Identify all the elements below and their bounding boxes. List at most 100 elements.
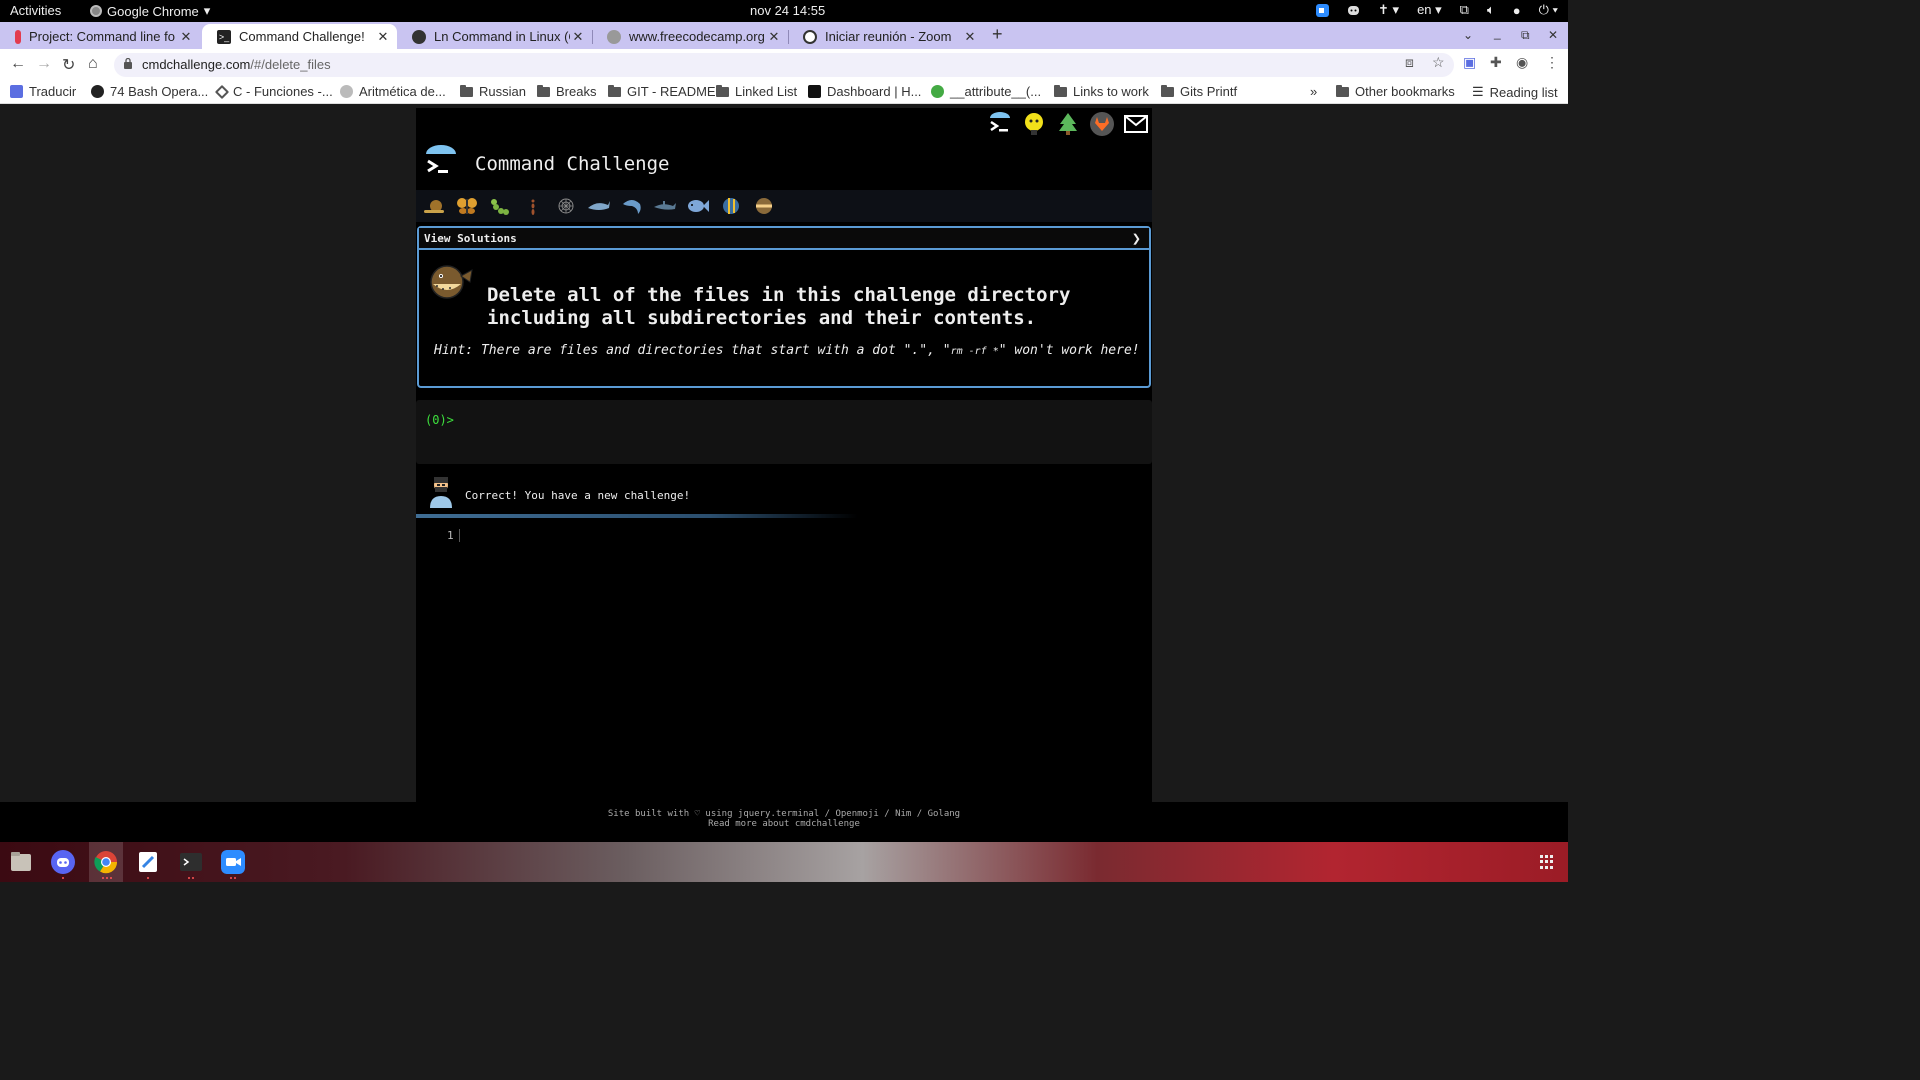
hammerhead-icon[interactable] xyxy=(653,196,677,216)
butterfly-icon[interactable] xyxy=(455,196,479,216)
chrome-icon[interactable] xyxy=(94,850,118,874)
gitlab-icon[interactable] xyxy=(1090,112,1114,136)
close-icon[interactable]: ✕ xyxy=(570,29,586,45)
text-editor-icon[interactable] xyxy=(136,850,160,874)
system-tray[interactable]: ✝ ▾ en ▾ ⧉ 🔈︎ ● ⏻ ▾ xyxy=(1316,2,1558,18)
fish-icon[interactable] xyxy=(686,196,710,216)
bookmark-star-icon[interactable]: ☆ xyxy=(1432,54,1445,71)
close-icon[interactable]: ✕ xyxy=(375,29,391,45)
shark-icon[interactable] xyxy=(587,196,611,216)
bookmarks-bar: Traducir 74 Bash Opera... C - Funciones … xyxy=(0,81,1568,104)
bookmark-translate[interactable]: Traducir xyxy=(10,84,76,99)
tab-search-chevron-icon[interactable]: ⌄ xyxy=(1463,28,1473,42)
tab-zoom[interactable]: Iniciar reunión - Zoom ✕ xyxy=(788,24,984,49)
close-icon[interactable]: ✕ xyxy=(962,29,978,45)
footer-about-link[interactable]: Read more about cmdchallenge xyxy=(0,819,1568,829)
tab-strip: Project: Command line fo ✕ >_ Command Ch… xyxy=(0,22,1568,49)
code-editor[interactable]: 1 xyxy=(416,522,1152,802)
translate-icon[interactable]: ⧈ xyxy=(1405,54,1414,71)
tree-icon[interactable] xyxy=(1056,112,1080,136)
clock[interactable]: nov 24 14:55 xyxy=(750,3,825,18)
activities-button[interactable]: Activities xyxy=(10,3,61,18)
snail-icon[interactable] xyxy=(422,196,446,216)
reading-list[interactable]: ☰ Reading list xyxy=(1472,84,1558,100)
tab-title: Iniciar reunión - Zoom xyxy=(825,29,952,44)
url-path: /#/delete_files xyxy=(250,57,331,72)
tab-freecodecamp[interactable]: www.freecodecamp.org ✕ xyxy=(592,24,788,49)
back-button[interactable]: ← xyxy=(10,55,26,73)
folder-icon xyxy=(537,84,550,97)
site-icon xyxy=(340,85,353,98)
address-bar[interactable]: cmdchallenge.com/#/delete_files xyxy=(114,53,1454,77)
microphone-icon[interactable]: ● xyxy=(1513,3,1521,18)
bookmark-folder-russian[interactable]: Russian xyxy=(460,84,526,99)
minimize-button[interactable]: _ xyxy=(1494,26,1501,40)
tab-ln-command[interactable]: Ln Command in Linux (Cr ✕ xyxy=(397,24,592,49)
home-button[interactable]: ⌂ xyxy=(88,55,98,73)
header-icons xyxy=(988,112,1148,136)
reload-button[interactable]: ↻ xyxy=(62,55,75,75)
feedback-text: Correct! You have a new challenge! xyxy=(465,489,691,502)
tab-title: Ln Command in Linux (Cr xyxy=(434,29,570,44)
feedback-message: Correct! You have a new challenge! xyxy=(416,474,1152,514)
window-close-button[interactable]: ✕ xyxy=(1548,28,1558,42)
bookmark-bash-operators[interactable]: 74 Bash Opera... xyxy=(91,84,208,99)
bookmark-folder-linked-list[interactable]: Linked List xyxy=(716,84,797,99)
mail-icon[interactable] xyxy=(1124,112,1148,136)
tropical-fish-icon[interactable] xyxy=(719,196,743,216)
tab-command-challenge[interactable]: >_ Command Challenge! ✕ xyxy=(202,24,397,49)
power-icon[interactable]: ⏻ ▾ xyxy=(1539,2,1558,18)
files-icon[interactable] xyxy=(9,850,33,874)
other-bookmarks[interactable]: Other bookmarks xyxy=(1336,84,1455,99)
view-solutions-toggle[interactable]: View Solutions ❯ xyxy=(419,228,1149,250)
restore-button[interactable]: ⧉ xyxy=(1521,28,1530,43)
extensions-puzzle-icon[interactable]: ✚ xyxy=(1490,54,1502,71)
bookmarks-overflow-button[interactable]: » xyxy=(1310,84,1317,99)
volume-icon[interactable]: 🔈︎ xyxy=(1487,2,1495,18)
bookmark-aritmetica[interactable]: Aritmética de... xyxy=(340,84,446,99)
language-indicator[interactable]: en ▾ xyxy=(1417,2,1442,18)
running-indicator xyxy=(188,877,194,879)
bookmark-folder-breaks[interactable]: Breaks xyxy=(537,84,596,99)
new-tab-button[interactable]: + xyxy=(992,24,1003,45)
bookmark-folder-links-to-work[interactable]: Links to work xyxy=(1054,84,1149,99)
zoom-icon[interactable] xyxy=(221,850,245,874)
ant-icon[interactable] xyxy=(521,196,545,216)
show-applications-icon[interactable] xyxy=(1540,855,1554,869)
progress-bar xyxy=(416,514,1152,518)
terminal-input[interactable]: (0)> xyxy=(416,400,1152,464)
pufferfish-icon[interactable] xyxy=(752,196,776,216)
language-label: en xyxy=(1417,2,1432,17)
translate-extension-icon[interactable]: ▣ xyxy=(1463,54,1476,71)
discord-tray-icon[interactable] xyxy=(1347,4,1360,17)
reading-list-icon: ☰ xyxy=(1472,84,1484,99)
zoom-tray-icon[interactable] xyxy=(1316,3,1330,17)
lightbulb-icon[interactable] xyxy=(1022,112,1046,136)
terminal-icon[interactable] xyxy=(988,112,1012,136)
spiderweb-icon[interactable] xyxy=(554,196,578,216)
kebab-menu-icon[interactable]: ⋮ xyxy=(1545,54,1559,71)
profile-avatar[interactable]: ◉ xyxy=(1516,54,1528,71)
app-name: Google Chrome xyxy=(107,3,199,19)
caterpillar-icon[interactable] xyxy=(488,196,512,216)
network-icon[interactable]: ⧉ xyxy=(1460,2,1469,18)
bookmark-c-funciones[interactable]: C - Funciones -... xyxy=(214,84,333,99)
bookmark-dashboard[interactable]: Dashboard | H... xyxy=(808,84,921,99)
bookmark-attribute[interactable]: __attribute__(... xyxy=(931,84,1041,99)
tab-project[interactable]: Project: Command line fo ✕ xyxy=(0,24,200,49)
discord-icon[interactable] xyxy=(51,850,75,874)
bookmark-folder-git-readme[interactable]: GIT - README xyxy=(608,84,716,99)
bookmark-label: __attribute__(... xyxy=(950,84,1042,99)
close-icon[interactable]: ✕ xyxy=(766,29,782,45)
folder-icon xyxy=(1161,84,1174,97)
forward-button[interactable]: → xyxy=(36,55,52,73)
chevron-right-icon: ❯ xyxy=(1131,233,1141,245)
dolphin-icon[interactable] xyxy=(620,196,644,216)
accessibility-icon[interactable]: ✝ ▾ xyxy=(1378,2,1399,18)
running-indicator xyxy=(147,877,149,879)
command-challenge-logo-icon[interactable] xyxy=(424,144,458,178)
terminal-icon[interactable] xyxy=(179,850,203,874)
app-menu[interactable]: Google Chrome ▾ xyxy=(90,3,210,19)
bookmark-folder-gits-printf[interactable]: Gits Printf xyxy=(1161,84,1237,99)
close-icon[interactable]: ✕ xyxy=(178,29,194,45)
